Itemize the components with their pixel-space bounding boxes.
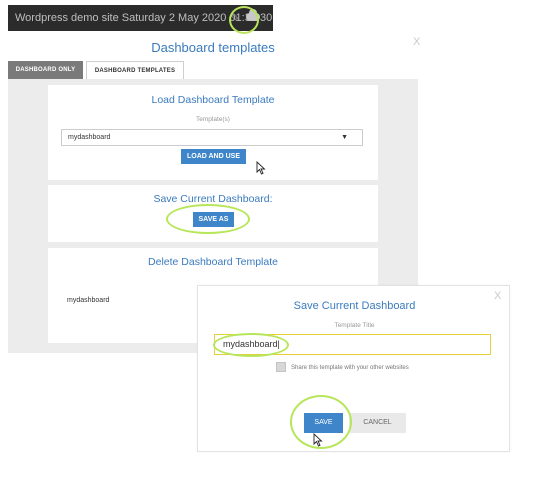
tab-dashboard-only[interactable]: DASHBOARD ONLY (8, 61, 83, 79)
highlight-circle-title-input (213, 333, 289, 357)
tab-dashboard-templates[interactable]: DASHBOARD TEMPLATES (86, 61, 184, 80)
delete-template-title: Delete Dashboard Template (148, 256, 278, 268)
share-template-label: Share this template with your other webs… (291, 365, 409, 371)
load-template-card: Load Dashboard Template Template(s) myda… (48, 85, 378, 180)
share-template-checkbox[interactable] (276, 362, 286, 372)
screen: Wordpress demo site Saturday 2 May 2020 … (0, 0, 549, 477)
modal-title: Save Current Dashboard (293, 300, 416, 312)
load-template-title: Load Dashboard Template (151, 94, 275, 106)
templates-label: Template(s) (196, 116, 230, 123)
dialog-title: Dashboard templates (151, 40, 275, 55)
template-select[interactable]: mydashboard ▼ (61, 129, 363, 146)
highlight-circle-save-as (166, 204, 250, 234)
template-select-value: mydashboard (68, 134, 111, 141)
caret-down-icon: ▼ (341, 134, 348, 141)
template-title-label: Template Title (334, 322, 375, 329)
modal-cancel-button[interactable]: CANCEL (349, 413, 406, 433)
dialog-close-button[interactable]: X (413, 36, 420, 48)
load-and-use-button[interactable]: LOAD AND USE (181, 149, 246, 164)
save-dashboard-modal: X Save Current Dashboard Template Title … (197, 285, 510, 452)
highlight-circle-cloud (229, 6, 259, 34)
